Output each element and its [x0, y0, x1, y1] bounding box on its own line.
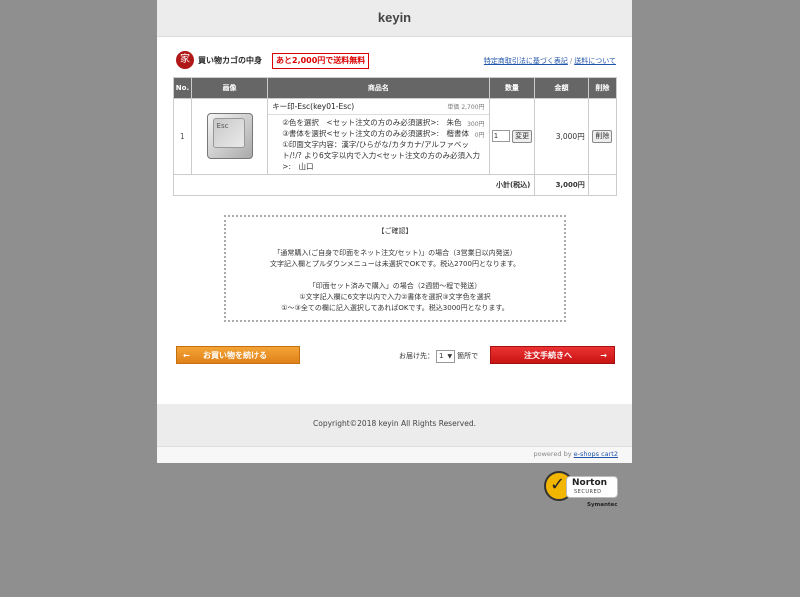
norton-brand: Norton — [572, 478, 608, 488]
arrow-left-icon: ← — [183, 351, 190, 360]
option-font-price: 0円 — [474, 132, 485, 139]
cart-title: 買い物カゴの中身 — [198, 56, 262, 65]
powered-by-text: powered by — [533, 450, 572, 458]
notice-line-2: 文字記入欄とプルダウンメニューは未選択でOKです。税込2700円となります。 — [269, 260, 521, 268]
footer-copyright: Copyright©2018 keyin All Rights Reserved… — [157, 404, 632, 446]
change-qty-button[interactable]: 変更 — [512, 130, 533, 143]
tokutei-link[interactable]: 特定商取引法に基づく表記 — [484, 57, 568, 65]
col-delete: 削除 — [587, 77, 618, 99]
link-separator: / — [569, 57, 573, 65]
keycap-image[interactable]: Esc — [206, 112, 253, 159]
norton-badge: Norton SECURED — [566, 476, 618, 498]
notice-line-5: ①～③全ての欄に記入選択してあればOKです。税込3000円となります。 — [281, 304, 509, 312]
unit-price: 単価 2,700円 — [447, 104, 485, 111]
delete-button[interactable]: 削除 — [592, 130, 613, 143]
row-amount: 3,000円 — [534, 98, 589, 175]
subtotal-empty — [587, 174, 618, 196]
notice-title: 【ご確認】 — [377, 227, 413, 235]
page-container: keyin 家 買い物カゴの中身 あと2,000円で送料無料 特定商取引法に基づ… — [157, 0, 632, 463]
norton-secured: SECURED — [574, 489, 602, 495]
eshops-link[interactable]: e-shops cart2 — [574, 450, 618, 458]
table-row: 1 Esc キー印-Esc(key01-Esc) 単価 2,700円 ②色を選択… — [173, 98, 618, 175]
destination-value: 1 — [439, 352, 444, 360]
product-name-row: キー印-Esc(key01-Esc) 単価 2,700円 — [268, 99, 489, 115]
norton-vendor: Symantec — [587, 502, 618, 508]
subtotal-row: 小計(税込) 3,000円 — [172, 174, 618, 196]
qty-cell: 1 変更 — [488, 98, 536, 175]
destination-selector: お届け先： 1 ▼ 箇所で — [399, 350, 478, 363]
chevron-down-icon: ▼ — [447, 353, 453, 360]
col-qty: 数量 — [488, 77, 536, 99]
option-text: ①印面文字内容：漢字/ひらがな/カタカナ/アルファベット/!/? より6文字以内… — [282, 140, 481, 171]
cart-table: No. 画像 商品名 数量 金額 削除 1 Esc キー印-Esc(key01-… — [172, 77, 618, 196]
shop-logo-icon: 家 — [176, 51, 194, 69]
site-title: keyin — [157, 0, 632, 37]
continue-shopping-label: お買い物を続ける — [203, 351, 267, 360]
col-no: No. — [173, 77, 192, 99]
powered-by-bar: powered by e-shops cart2 — [157, 446, 632, 463]
checkout-button[interactable]: 注文手続きへ → — [490, 346, 615, 364]
checkmark-icon: ✓ — [550, 474, 566, 495]
product-name: キー印-Esc(key01-Esc) — [272, 102, 355, 111]
top-links: 特定商取引法に基づく表記 / 送料について — [484, 56, 616, 66]
option-color-price: 300円 — [467, 121, 485, 128]
subtotal-value: 3,000円 — [534, 174, 589, 196]
shipping-info-link[interactable]: 送料について — [574, 57, 616, 65]
cart-header: 家 買い物カゴの中身 あと2,000円で送料無料 特定商取引法に基づく表記 / 送料… — [176, 51, 616, 73]
quantity-input[interactable]: 1 — [491, 130, 510, 142]
row-number: 1 — [173, 98, 192, 175]
option-row: ②色を選択 <セット注文の方のみ必須選択>: 朱色 300円 ③書体を選択<セッ… — [268, 115, 488, 174]
checkout-label: 注文手続きへ — [524, 351, 572, 360]
keycap-label: Esc — [212, 117, 245, 148]
free-shipping-badge: あと2,000円で送料無料 — [272, 53, 370, 69]
col-image: 画像 — [190, 77, 269, 99]
destination-label: お届け先： — [399, 352, 434, 360]
col-product: 商品名 — [267, 77, 490, 99]
table-header-row: No. 画像 商品名 数量 金額 削除 — [173, 77, 618, 99]
notice-line-3: 「印面セット済みで購入」の場合（2週間～程で発送） — [308, 282, 482, 290]
destination-suffix: 箇所で — [457, 352, 479, 360]
subtotal-label: 小計(税込) — [172, 174, 536, 196]
arrow-right-icon: → — [600, 351, 607, 360]
notice-line-1: 「通常購入(ご自身で印面をネット注文/セット)」の場合（3営業日以内発送） — [273, 249, 517, 257]
confirmation-notice: 【ご確認】 「通常購入(ご自身で印面をネット注文/セット)」の場合（3営業日以内… — [224, 215, 566, 322]
delete-cell: 削除 — [587, 98, 618, 175]
product-cell: キー印-Esc(key01-Esc) 単価 2,700円 ②色を選択 <セット注… — [267, 98, 490, 175]
destination-count-select[interactable]: 1 ▼ — [436, 350, 456, 363]
product-image-cell: Esc — [190, 98, 269, 175]
norton-secured-seal[interactable]: ✓ Norton SECURED Symantec — [544, 471, 620, 511]
option-font: ③書体を選択<セット注文の方のみ必須選択>: 楷書体 — [282, 129, 470, 138]
col-amount: 金額 — [534, 77, 589, 99]
option-color: ②色を選択 <セット注文の方のみ必須選択>: 朱色 — [282, 118, 462, 127]
notice-line-4: ①文字記入欄に6文字以内で入力②書体を選択③文字色を選択 — [299, 293, 491, 301]
continue-shopping-button[interactable]: ← お買い物を続ける — [176, 346, 300, 364]
